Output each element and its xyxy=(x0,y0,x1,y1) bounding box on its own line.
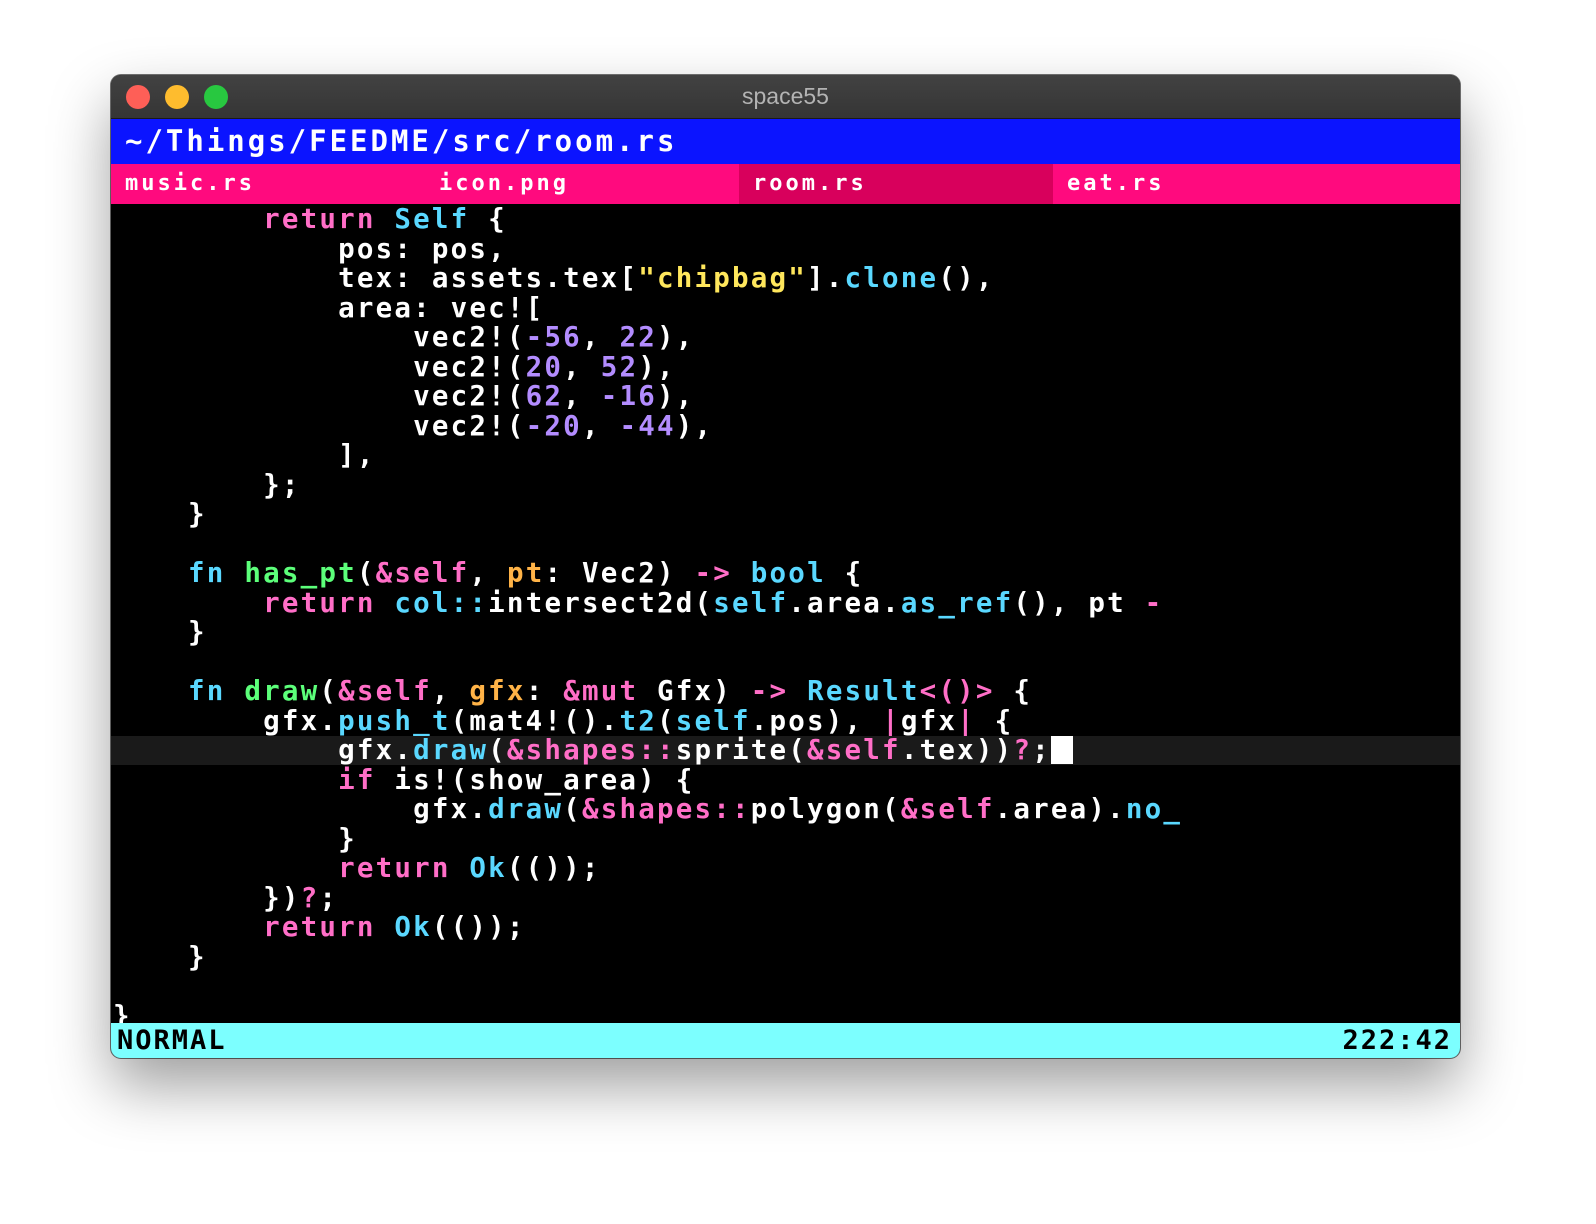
code-line: } xyxy=(113,1000,132,1024)
title-bar[interactable]: space55 xyxy=(111,75,1460,119)
cursor-position: 222:42 xyxy=(1342,1025,1452,1056)
code-line: vec2!(62, -16), xyxy=(413,380,695,412)
code-line: if is!(show_area) { xyxy=(338,764,695,796)
tab-music-rs[interactable]: music.rs xyxy=(111,164,425,204)
file-path-bar: ~/Things/FEEDME/src/room.rs xyxy=(111,119,1460,164)
code-line: vec2!(-56, 22), xyxy=(413,321,695,353)
current-code-line: gfx.draw(&shapes::sprite(&self.tex))?; xyxy=(111,736,1460,765)
code-line: })?; xyxy=(263,882,339,914)
tab-room-rs[interactable]: room.rs xyxy=(739,164,1053,204)
code-line: }; xyxy=(263,469,301,501)
tab-icon-png[interactable]: icon.png xyxy=(425,164,739,204)
code-line: gfx.push_t(mat4!().t2(self.pos), |gfx| { xyxy=(263,705,1014,737)
code-line: } xyxy=(188,498,207,530)
code-line: return Ok(()); xyxy=(263,911,526,943)
code-line: fn draw(&self, gfx: &mut Gfx) -> Result<… xyxy=(188,675,1033,707)
code-line: return Self { xyxy=(263,205,507,235)
code-line: } xyxy=(338,823,357,855)
code-line: ], xyxy=(338,439,376,471)
code-line: tex: assets.tex["chipbag"].clone(), xyxy=(338,262,995,294)
code-line: fn has_pt(&self, pt: Vec2) -> bool { xyxy=(188,557,864,589)
code-line: return col::intersect2d(self.area.as_ref… xyxy=(263,587,1164,619)
code-line: return Ok(()); xyxy=(338,852,601,884)
terminal-window: space55 ~/Things/FEEDME/src/room.rs musi… xyxy=(111,75,1460,1058)
code-line: gfx.draw(&shapes::polygon(&self.area).no… xyxy=(413,793,1183,825)
window-title: space55 xyxy=(742,83,829,109)
code-line: pos: pos, xyxy=(338,233,507,265)
text-cursor xyxy=(1050,736,1073,764)
tab-eat-rs[interactable]: eat.rs xyxy=(1053,164,1367,204)
code-line: vec2!(-20, -44), xyxy=(413,410,714,442)
code-line: vec2!(20, 52), xyxy=(413,351,676,383)
buffer-tab-bar: music.rs icon.png room.rs eat.rs xyxy=(111,164,1460,204)
status-bar: NORMAL 222:42 xyxy=(111,1023,1460,1058)
code-line: } xyxy=(188,616,207,648)
mode-indicator: NORMAL xyxy=(117,1025,227,1056)
code-line: area: vec![ xyxy=(338,292,545,324)
code-editor[interactable]: return Self { pos: pos, tex: assets.tex[… xyxy=(111,205,1460,1023)
code-line: } xyxy=(188,941,207,973)
